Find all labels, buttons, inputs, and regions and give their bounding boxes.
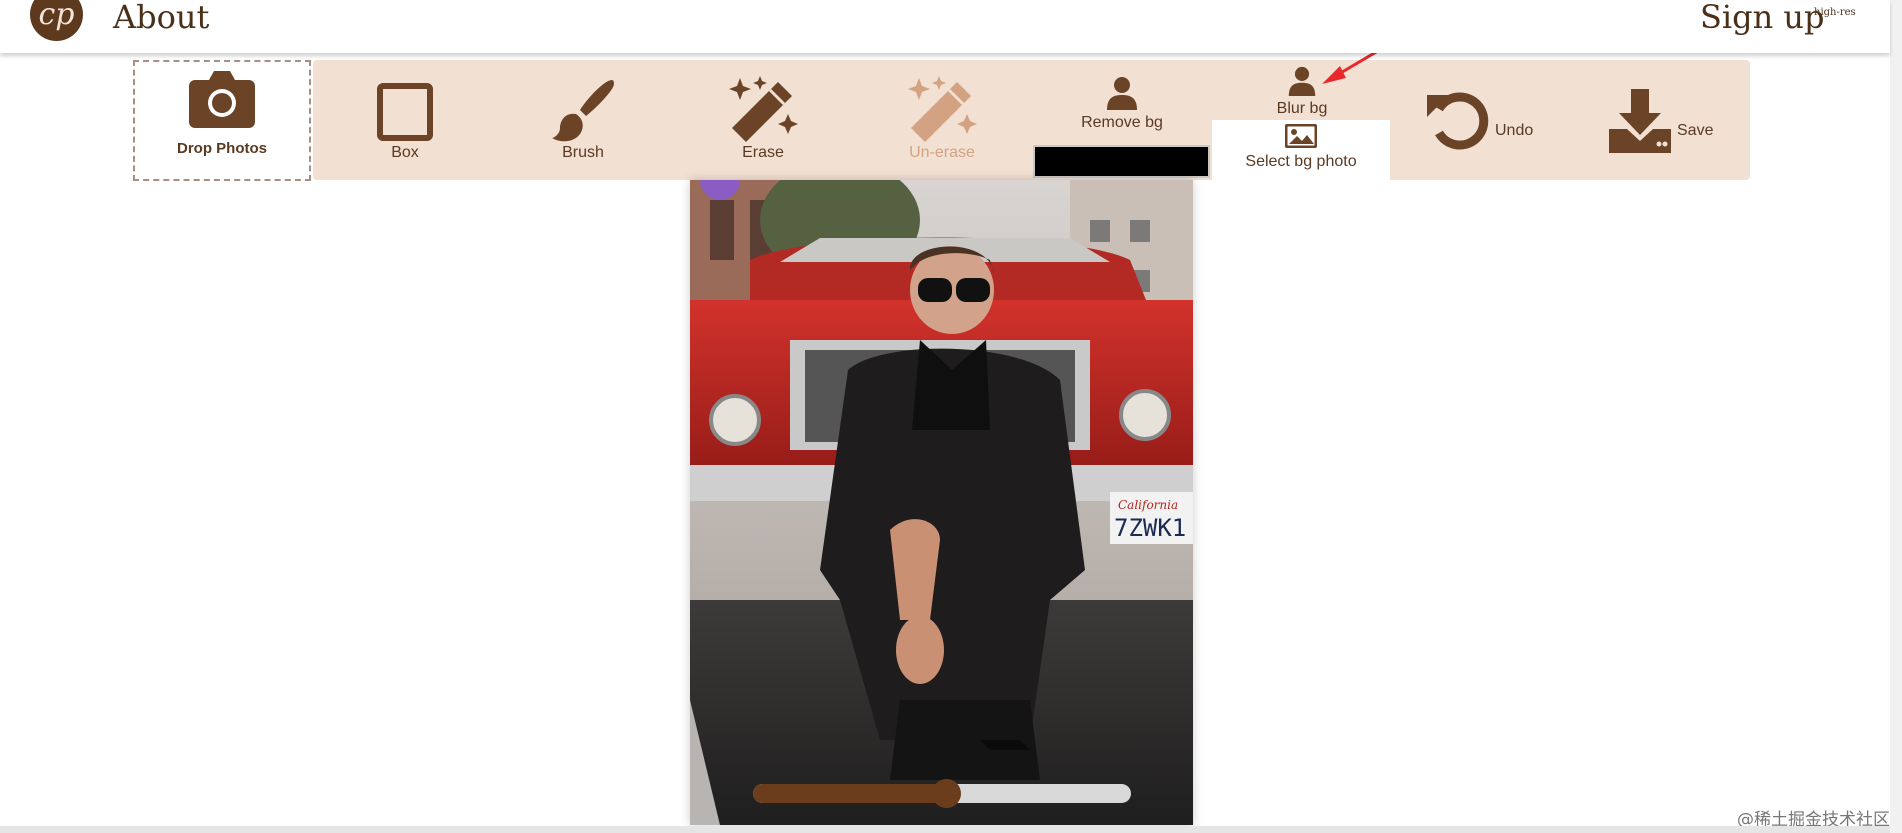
user-icon <box>1107 77 1137 110</box>
blur-slider[interactable] <box>753 779 1131 808</box>
save-button[interactable]: Save <box>1607 60 1713 180</box>
image-icon <box>1285 124 1317 148</box>
remove-bg-label: Remove bg <box>1081 114 1163 131</box>
drop-photos-button[interactable]: Drop Photos <box>133 60 311 181</box>
horizontal-scrollbar[interactable] <box>0 826 1890 833</box>
color-swatch[interactable] <box>1033 145 1210 178</box>
portrait-photo: California 7ZWK1 <box>690 180 1193 825</box>
plate-brand: California <box>1118 498 1178 512</box>
select-bg-photo-button[interactable]: Select bg photo <box>1212 120 1390 180</box>
nav-signup-link[interactable]: Sign up <box>1700 0 1825 36</box>
camera-icon <box>189 71 255 128</box>
square-icon <box>377 83 433 141</box>
paintbrush-icon <box>552 80 614 142</box>
signup-badge: high-res <box>1814 7 1856 18</box>
slider-fill <box>753 784 946 803</box>
plate-number: 7ZWK1 <box>1114 514 1186 542</box>
brush-tool-label: Brush <box>562 144 604 161</box>
unerase-tool-label: Un-erase <box>909 144 975 161</box>
nav-about-link[interactable]: About <box>113 0 209 36</box>
magic-wand-icon <box>729 76 798 142</box>
save-label: Save <box>1677 122 1714 139</box>
box-tool-button[interactable]: Box <box>376 60 434 180</box>
undo-button[interactable]: Undo <box>1425 60 1533 180</box>
editor-toolbar <box>313 60 1750 180</box>
undo-label: Undo <box>1495 122 1534 139</box>
top-navigation-bar: cp About Sign up high-res <box>0 0 1890 53</box>
vertical-scrollbar[interactable] <box>1890 0 1902 833</box>
blur-bg-label: Blur bg <box>1276 100 1328 117</box>
download-icon <box>1609 89 1671 153</box>
undo-icon <box>1427 92 1489 150</box>
photo-canvas[interactable]: California 7ZWK1 <box>690 180 1193 825</box>
logo-text: cp <box>38 0 75 32</box>
erase-tool-label: Erase <box>742 144 784 161</box>
erase-tool-button[interactable]: Erase <box>726 60 800 180</box>
magic-wand-icon <box>908 76 977 142</box>
logo[interactable]: cp <box>30 0 83 41</box>
slider-thumb[interactable] <box>932 779 961 808</box>
box-tool-label: Box <box>391 144 419 161</box>
drop-photos-label: Drop Photos <box>177 140 267 157</box>
select-bg-photo-label: Select bg photo <box>1245 153 1357 170</box>
unerase-tool-button[interactable]: Un-erase <box>902 60 982 180</box>
user-icon <box>1288 66 1316 96</box>
brush-tool-button[interactable]: Brush <box>548 60 618 180</box>
